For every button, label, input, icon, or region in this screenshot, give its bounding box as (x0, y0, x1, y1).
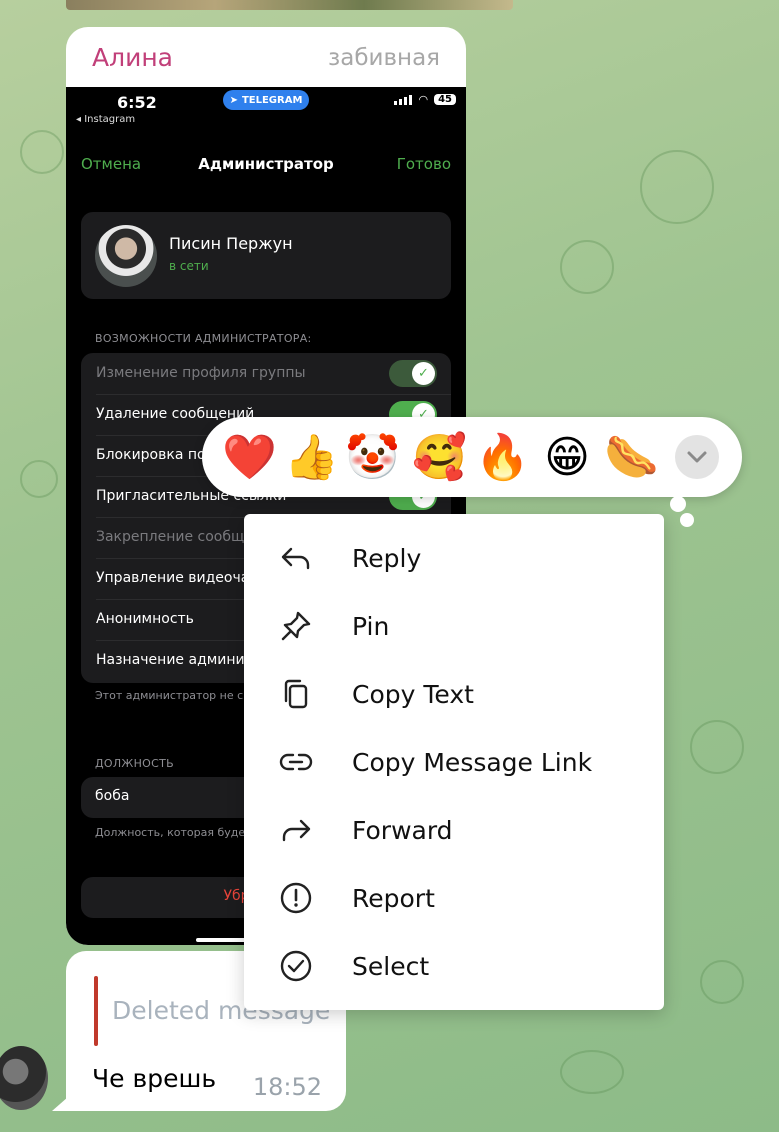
menu-item-pin[interactable]: Pin (244, 592, 664, 660)
menu-item-copy-text[interactable]: Copy Text (244, 660, 664, 728)
permission-label: Изменение профиля группы (96, 365, 306, 381)
menu-item-label: Reply (352, 543, 422, 573)
role-value: боба (95, 788, 130, 804)
background-doodle (560, 1050, 624, 1094)
background-doodle (700, 960, 744, 1004)
profile-status: в сети (169, 259, 209, 273)
battery-icon: 45 (434, 94, 456, 105)
menu-item-label: Pin (352, 611, 390, 641)
role-header: ДОЛЖНОСТЬ (95, 757, 174, 770)
forward-icon (282, 819, 311, 842)
reaction-bubble-dot (680, 513, 694, 527)
menu-item-report[interactable]: Report (244, 864, 664, 932)
reaction-hotdog[interactable]: 🌭 (604, 431, 659, 485)
menu-item-copy-link[interactable]: Copy Message Link (244, 728, 664, 796)
telegram-icon: ➤ (229, 94, 238, 106)
profile-avatar (95, 225, 157, 287)
chevron-down-icon (687, 451, 707, 463)
wifi-icon: ◠ (418, 93, 429, 106)
signal-icon (394, 94, 413, 105)
menu-item-reply[interactable]: Reply (244, 524, 664, 592)
profile-card: Писин Пержун в сети (81, 212, 451, 299)
background-doodle (20, 460, 58, 498)
menu-item-label: Copy Message Link (352, 747, 593, 777)
background-doodle (690, 720, 744, 774)
permission-label: Назначение админи (96, 652, 245, 668)
background-doodle (560, 240, 614, 294)
message-time: 18:52 (252, 1073, 322, 1101)
pin-icon (281, 611, 311, 641)
sender-tag: забивная (328, 45, 440, 71)
done-link: Готово (396, 155, 451, 173)
permission-label: Анонимность (96, 611, 194, 627)
menu-item-label: Report (352, 883, 435, 913)
background-doodle (640, 150, 714, 224)
menu-item-forward[interactable]: Forward (244, 796, 664, 864)
message-text: Че врешь (92, 1064, 217, 1093)
report-icon (280, 882, 312, 914)
link-icon (279, 753, 313, 771)
status-back-app: ◂ Instagram (76, 114, 136, 125)
reaction-heart[interactable]: ❤️ (222, 431, 277, 485)
permission-label: Блокировка по (96, 447, 206, 463)
reaction-grin[interactable]: 😁 (540, 431, 594, 485)
status-time: 6:52 (117, 93, 157, 112)
reply-quote-bar (94, 976, 98, 1046)
menu-item-label: Select (352, 951, 430, 981)
telegram-pill: ➤ TELEGRAM (223, 90, 309, 110)
reaction-clown[interactable]: 🤡 (345, 431, 400, 485)
menu-item-label: Copy Text (352, 679, 474, 709)
permission-label: Управление видеоча (96, 570, 250, 586)
reply-icon (281, 547, 310, 570)
telegram-pill-label: TELEGRAM (241, 94, 303, 106)
copy-icon (284, 679, 308, 709)
background-doodle (20, 130, 64, 174)
menu-item-select[interactable]: Select (244, 932, 664, 1000)
menu-item-label: Forward (352, 815, 453, 845)
reaction-thumbs-up[interactable]: 👍 (284, 431, 339, 485)
reaction-fire[interactable]: 🔥 (475, 431, 530, 485)
reaction-smiling-hearts[interactable]: 🥰 (412, 431, 467, 485)
avatar[interactable] (0, 1046, 48, 1110)
permission-row: Изменение профиля группы (96, 353, 451, 395)
profile-name: Писин Пержун (169, 234, 293, 253)
permission-label: Закрепление сообщ (96, 529, 245, 545)
context-menu: Reply Pin Copy Text Copy Message Link Fo… (244, 514, 664, 1010)
reaction-bar: ❤️ 👍 🤡 🥰 🔥 😁 🌭 (202, 417, 742, 497)
status-indicators: ◠ 45 (394, 93, 456, 106)
select-icon (280, 950, 312, 982)
rights-header: ВОЗМОЖНОСТИ АДМИНИСТРАТОРА: (95, 332, 312, 345)
sender-name[interactable]: Алина (92, 43, 173, 72)
permission-toggle (389, 360, 437, 387)
previous-image-fragment[interactable] (66, 0, 513, 10)
reaction-bubble-dot (670, 496, 686, 512)
expand-reactions-button[interactable] (675, 435, 719, 479)
